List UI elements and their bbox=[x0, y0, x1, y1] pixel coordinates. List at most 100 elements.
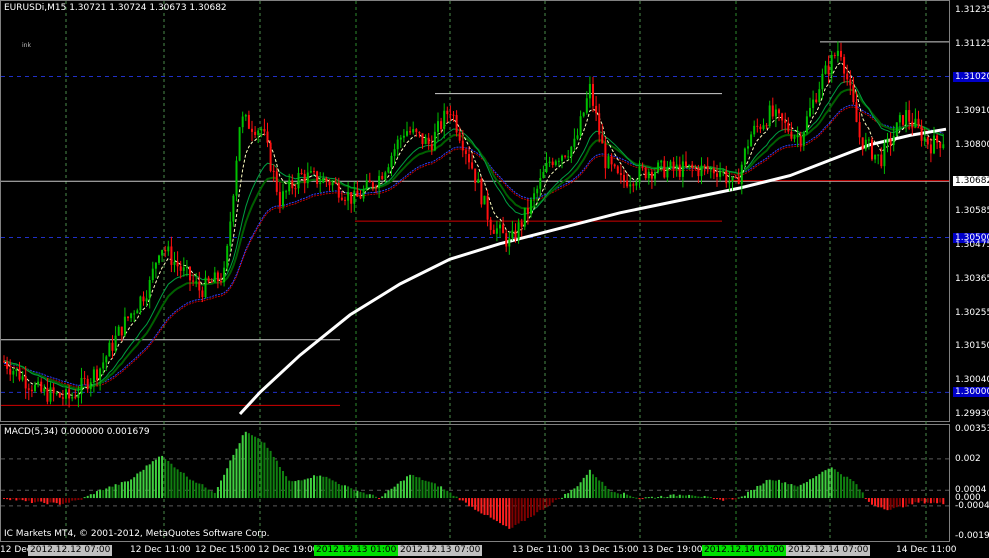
macd-bar-positive bbox=[337, 484, 340, 499]
macd-bar-negative bbox=[902, 498, 904, 508]
price-tick-label: 1.30255 bbox=[955, 308, 989, 319]
bear-candle bbox=[598, 113, 601, 135]
bull-candle bbox=[89, 382, 92, 390]
bull-candle bbox=[768, 105, 771, 127]
macd-bar-positive bbox=[790, 484, 793, 499]
macd-bar-positive bbox=[83, 497, 86, 499]
macd-bar-positive bbox=[151, 461, 154, 499]
bull-candle bbox=[576, 135, 579, 139]
bear-candle bbox=[201, 290, 204, 298]
bull-candle bbox=[877, 154, 880, 156]
time-tick-label: 2012.12.13 07:00 bbox=[398, 545, 483, 556]
bear-candle bbox=[858, 122, 861, 138]
macd-bar-negative bbox=[21, 498, 24, 501]
bull-candle bbox=[657, 162, 660, 173]
macd-bar-positive bbox=[747, 491, 749, 499]
macd-bar-negative bbox=[495, 498, 498, 522]
bull-candle bbox=[55, 392, 58, 394]
bear-candle bbox=[368, 180, 371, 183]
macd-bar-positive bbox=[272, 456, 275, 499]
bear-candle bbox=[787, 122, 790, 132]
bear-candle bbox=[356, 190, 359, 197]
bull-candle bbox=[37, 381, 40, 385]
macd-bar-positive bbox=[319, 475, 322, 499]
macd-bar-negative bbox=[920, 498, 923, 502]
macd-bar-positive bbox=[793, 485, 796, 499]
symbol-info: EURUSDi,M15 1.30721 1.30724 1.30673 1.30… bbox=[4, 3, 227, 13]
macd-bar-negative bbox=[486, 498, 489, 516]
bull-candle bbox=[161, 249, 164, 256]
macd-bar-positive bbox=[412, 475, 415, 499]
bull-candle bbox=[647, 171, 650, 179]
macd-bar-negative bbox=[34, 498, 36, 503]
macd-bar-negative bbox=[557, 498, 560, 500]
bull-candle bbox=[114, 335, 117, 351]
macd-bar-positive bbox=[833, 469, 836, 499]
macd-bar-positive bbox=[359, 492, 362, 499]
bear-candle bbox=[650, 171, 653, 179]
macd-bar-negative bbox=[880, 498, 883, 508]
price-tick-label: 1.30682 bbox=[953, 176, 989, 187]
macd-bar-positive bbox=[390, 488, 393, 499]
macd-bar-positive bbox=[244, 431, 247, 499]
bull-candle bbox=[151, 268, 154, 281]
bear-candle bbox=[486, 195, 489, 220]
macd-bar-positive bbox=[192, 480, 195, 499]
bear-candle bbox=[759, 126, 762, 130]
macd-bar-positive bbox=[452, 495, 455, 499]
bear-candle bbox=[415, 129, 418, 132]
bull-candle bbox=[12, 371, 15, 375]
bear-candle bbox=[852, 85, 855, 103]
macd-bar-positive bbox=[762, 483, 765, 499]
bull-candle bbox=[542, 172, 545, 179]
macd-bar-positive bbox=[108, 486, 111, 499]
macd-bar-negative bbox=[58, 498, 61, 505]
bull-candle bbox=[393, 149, 396, 156]
macd-bar-positive bbox=[418, 477, 421, 499]
bull-candle bbox=[213, 272, 216, 283]
bear-candle bbox=[706, 165, 709, 170]
macd-bar-positive bbox=[86, 495, 89, 499]
bull-candle bbox=[238, 127, 241, 161]
macd-bar-positive bbox=[344, 485, 346, 499]
macd-bar-negative bbox=[641, 498, 644, 500]
bear-candle bbox=[120, 326, 123, 336]
bull-candle bbox=[80, 377, 83, 395]
chart-marker: ink bbox=[22, 42, 31, 49]
bear-candle bbox=[725, 171, 728, 184]
macd-bar-positive bbox=[784, 482, 787, 499]
macd-bar-negative bbox=[719, 498, 722, 500]
bull-candle bbox=[148, 280, 151, 299]
macd-bar-negative bbox=[551, 498, 554, 503]
price-tick-label: 1.30910 bbox=[955, 105, 989, 116]
macd-bar-negative bbox=[511, 498, 514, 528]
macd-bar-negative bbox=[65, 498, 67, 503]
macd-bar-positive bbox=[173, 467, 176, 499]
bull-candle bbox=[660, 160, 663, 163]
macd-bar-positive bbox=[616, 493, 619, 499]
bull-candle bbox=[136, 310, 139, 314]
macd-bar-negative bbox=[883, 498, 886, 510]
macd-bar-negative bbox=[530, 498, 532, 518]
macd-bar-positive bbox=[685, 495, 687, 499]
macd-bar-positive bbox=[325, 476, 328, 499]
macd-bar-negative bbox=[542, 498, 545, 510]
macd-bar-positive bbox=[288, 480, 291, 499]
macd-tick-label: 0.002 bbox=[955, 453, 981, 464]
bear-candle bbox=[926, 137, 929, 145]
macd-bar-positive bbox=[340, 485, 343, 499]
macd-bar-positive bbox=[313, 475, 315, 499]
bear-candle bbox=[381, 175, 384, 180]
macd-bar-positive bbox=[629, 495, 632, 499]
bear-candle bbox=[176, 261, 179, 267]
chart-canvas[interactable] bbox=[0, 0, 989, 558]
macd-bar-positive bbox=[446, 490, 449, 499]
macd-bar-negative bbox=[43, 498, 46, 503]
macd-bar-negative bbox=[508, 498, 511, 529]
bull-candle bbox=[750, 134, 753, 147]
price-tick-label: 1.30365 bbox=[955, 274, 989, 285]
macd-bar-positive bbox=[387, 490, 390, 499]
macd-bar-positive bbox=[691, 495, 694, 499]
bull-candle bbox=[582, 112, 585, 117]
macd-bar-positive bbox=[235, 448, 238, 499]
